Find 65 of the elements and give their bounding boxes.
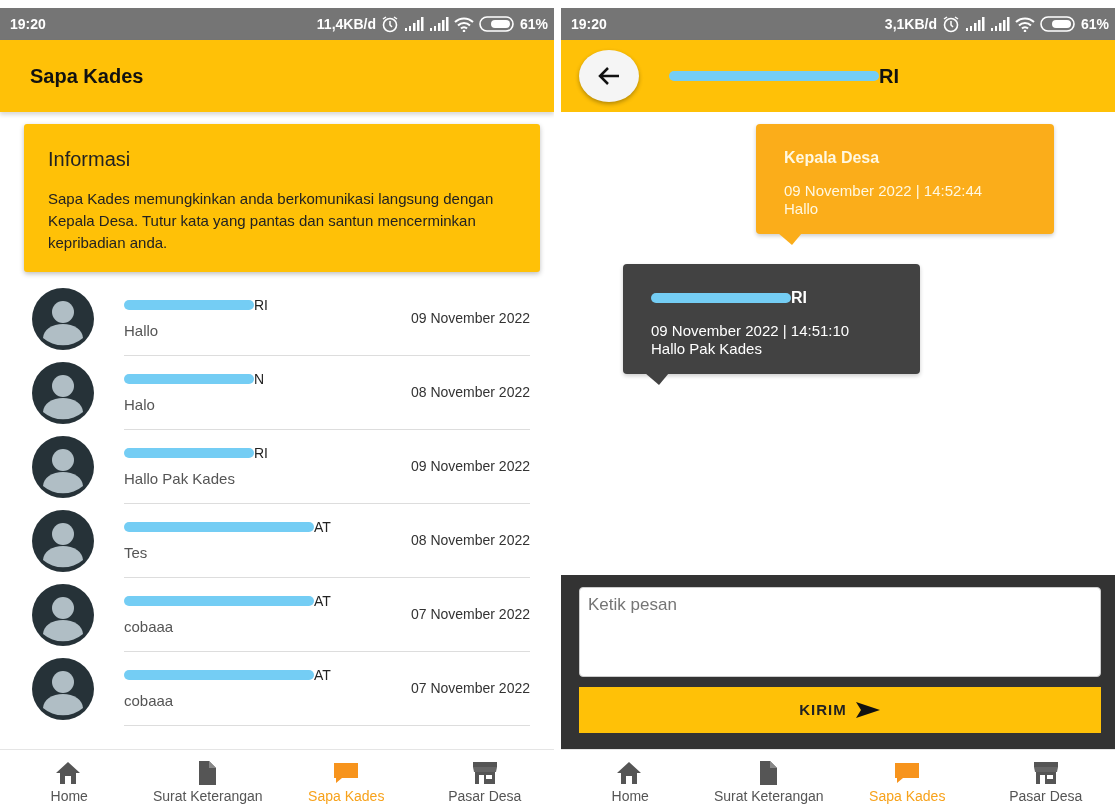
message-preview: Tes (124, 542, 149, 563)
store-icon (470, 760, 499, 786)
chat-icon (893, 760, 922, 786)
wifi-icon (453, 16, 474, 32)
store-icon (1031, 760, 1060, 786)
back-button[interactable] (579, 50, 639, 102)
battery-percent: 61% (519, 14, 548, 34)
signal-icon (964, 17, 985, 31)
message-preview: Hallo Pak Kades (124, 468, 236, 489)
avatar-icon (32, 584, 94, 646)
sender-name: RI (791, 288, 807, 308)
avatar-icon (32, 510, 94, 572)
message-time: 09 November 2022 | 14:52:44 (784, 182, 984, 200)
network-speed: 3,1KB/d (884, 14, 937, 34)
alarm-icon (380, 15, 399, 33)
nav-tab[interactable]: Home (0, 750, 139, 807)
message-date: 08 November 2022 (410, 383, 530, 402)
wifi-icon (1014, 16, 1035, 32)
message-date: 07 November 2022 (410, 679, 530, 698)
contact-name: AT (314, 665, 331, 685)
message-preview: Halo (124, 394, 156, 415)
back-arrow-icon (598, 66, 620, 86)
send-button[interactable]: KIRIM (579, 687, 1101, 733)
nav-tab[interactable]: Home (561, 750, 700, 807)
message-date: 08 November 2022 (410, 531, 530, 550)
nav-tab[interactable]: Pasar Desa (976, 750, 1115, 807)
contact-name: RI (254, 295, 268, 315)
battery-icon (1039, 16, 1076, 32)
avatar-icon (32, 658, 94, 720)
battery-icon (478, 16, 515, 32)
nav-tab[interactable]: Surat Keterangan (699, 750, 838, 807)
message-date: 09 November 2022 (410, 457, 530, 476)
nav-tab[interactable]: Pasar Desa (415, 750, 554, 807)
info-title: Informasi (48, 147, 132, 172)
info-text: Sapa Kades memungkinkan anda berkomunikasi langsung dengan Kepala Desa. Tutur kata yang pantas dan santun mencerminkan kepribadian anda. (48, 189, 495, 253)
status-time: 19:20 (10, 14, 46, 34)
message-text: Hallo (784, 200, 820, 218)
screen-title: Sapa Kades (30, 64, 144, 89)
send-icon (854, 700, 881, 720)
message-preview: cobaaa (124, 690, 175, 711)
message-time: 09 November 2022 | 14:51:10 (651, 322, 851, 340)
signal-icon (403, 17, 424, 31)
nav-tab[interactable]: Surat Keterangan (138, 750, 277, 807)
sender-name: Kepala Desa (784, 148, 880, 168)
contact-name: AT (314, 591, 331, 611)
status-time: 19:20 (571, 14, 607, 34)
chat-icon (332, 760, 361, 786)
message-date: 09 November 2022 (410, 309, 530, 328)
message-preview: Hallo (124, 320, 160, 341)
message-field[interactable]: Ketik pesan (579, 587, 1101, 677)
message-preview: cobaaa (124, 616, 175, 637)
message-date: 07 November 2022 (410, 605, 530, 624)
avatar-icon (32, 436, 94, 498)
contact-name: RI (254, 443, 268, 463)
chat-title: RI (879, 64, 899, 89)
alarm-icon (941, 15, 960, 33)
avatar-icon (32, 288, 94, 350)
battery-percent: 61% (1080, 14, 1109, 34)
contact-name: N (254, 369, 265, 389)
network-speed: 11,4KB/d (316, 14, 376, 34)
message-text: Hallo Pak Kades (651, 340, 763, 358)
contact-name: AT (314, 517, 331, 537)
signal-icon (428, 17, 449, 31)
signal-icon (989, 17, 1010, 31)
avatar-icon (32, 362, 94, 424)
